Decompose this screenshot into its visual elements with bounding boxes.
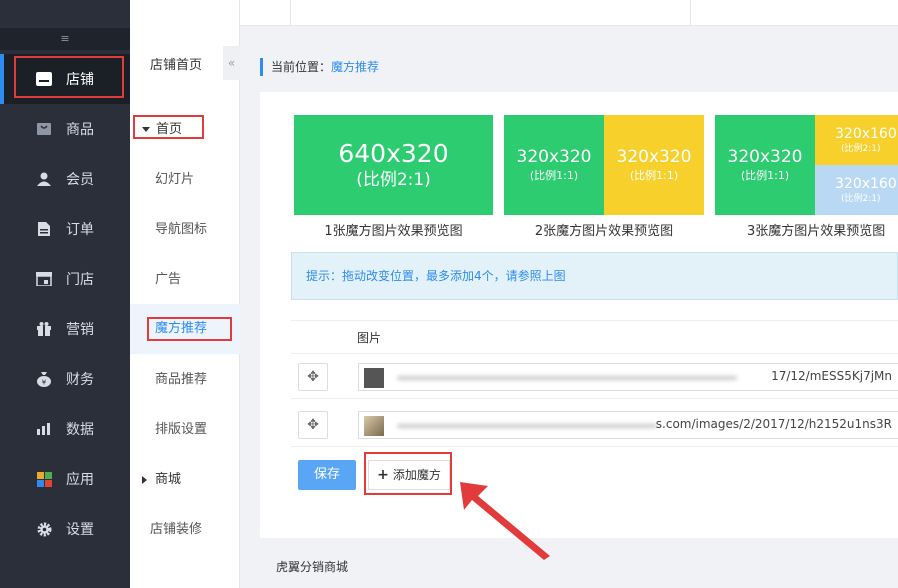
preview-size: 320x320 xyxy=(727,147,803,167)
preview-two-right: 320x320 (比例1:1) xyxy=(604,115,704,215)
save-button[interactable]: 保存 xyxy=(298,460,356,490)
sidebar-item-label: 应用 xyxy=(66,472,94,488)
blurred-url-text xyxy=(397,424,657,428)
image-url-text: 17/12/mESS5Kj7jMn xyxy=(771,369,892,383)
table-row: ✥ s.com/images/2/2017/12/h2152u1ns3R xyxy=(291,403,898,447)
preview-ratio: (比例1:1) xyxy=(629,169,679,182)
preview-ratio: (比例2:1) xyxy=(841,143,881,154)
preview-two-caption: 2张魔方图片效果预览图 xyxy=(534,224,674,239)
sidebar-item-apps[interactable]: 应用 xyxy=(0,454,130,504)
gift-icon xyxy=(36,321,52,337)
sub-navigation: 店铺首页 首页 幻灯片 导航图标 广告 魔方推荐 商品推荐 排版设置 商城 店铺… xyxy=(130,0,240,588)
subnav-item-decor[interactable]: 店铺装修 xyxy=(130,510,240,550)
preview-ratio: (比例2:1) xyxy=(356,170,431,190)
order-icon xyxy=(36,221,52,237)
annotation-arrow-icon xyxy=(460,482,550,560)
shop-icon xyxy=(36,271,52,287)
top-bar xyxy=(130,0,898,26)
collapse-icon[interactable]: « xyxy=(223,46,240,80)
sidebar-item-settings[interactable]: 设置 xyxy=(0,504,130,554)
preview-size: 320x320 xyxy=(616,147,692,167)
breadcrumb-current[interactable]: 魔方推荐 xyxy=(331,60,379,74)
preview-two-left: 320x320 (比例1:1) xyxy=(504,115,604,215)
sidebar-item-finance[interactable]: ¥ 财务 xyxy=(0,354,130,404)
sidebar-item-label: 数据 xyxy=(66,422,94,438)
footer-text: 虎翼分销商城 xyxy=(276,560,349,574)
sidebar-item-marketing[interactable]: 营销 xyxy=(0,304,130,354)
preview-three-top-right: 320x160 (比例2:1) xyxy=(815,115,898,165)
sidebar-logo-area xyxy=(0,0,130,28)
svg-text:¥: ¥ xyxy=(42,378,47,386)
sidebar-item-shop[interactable]: 门店 xyxy=(0,254,130,304)
subnav-section-label: 商城 xyxy=(155,472,182,487)
column-header-image: 图片 xyxy=(357,331,382,345)
subnav-item-ads[interactable]: 广告 xyxy=(130,260,240,300)
preview-ratio: (比例2:1) xyxy=(841,193,881,204)
sidebar-item-label: 订单 xyxy=(66,222,94,238)
breadcrumb-prefix: 当前位置： xyxy=(271,60,332,74)
sidebar-item-label: 设置 xyxy=(66,522,94,538)
member-icon xyxy=(36,171,52,187)
apps-icon xyxy=(36,471,52,487)
preview-three-caption: 3张魔方图片效果预览图 xyxy=(747,224,886,239)
preview-size: 320x320 xyxy=(516,147,592,167)
sidebar-item-goods[interactable]: 商品 xyxy=(0,104,130,154)
preview-size: 640x320 xyxy=(338,139,449,168)
subnav-item-goods-rec[interactable]: 商品推荐 xyxy=(130,360,240,400)
highlight-cube xyxy=(147,317,232,341)
subnav-section-mall[interactable]: 商城 xyxy=(130,462,240,498)
breadcrumb: 当前位置：魔方推荐 xyxy=(260,58,379,76)
blurred-url-text xyxy=(397,376,737,380)
caret-right-icon xyxy=(142,475,147,484)
tip-banner: 提示：拖动改变位置，最多添加4个，请参照上图 xyxy=(291,252,898,300)
bar-chart-icon xyxy=(36,421,52,437)
sidebar-item-data[interactable]: 数据 xyxy=(0,404,130,454)
image-thumbnail xyxy=(364,416,384,436)
image-thumbnail xyxy=(364,368,384,388)
highlight-store xyxy=(14,56,124,98)
highlight-home xyxy=(133,115,204,139)
move-handle-icon[interactable]: ✥ xyxy=(298,363,328,391)
preview-one-block: 640x320 (比例2:1) xyxy=(294,115,493,215)
preview-size: 320x160 xyxy=(835,175,897,192)
sidebar-item-label: 商品 xyxy=(66,122,94,138)
preview-size: 320x160 xyxy=(835,125,897,142)
image-url-text: s.com/images/2/2017/12/h2152u1ns3R xyxy=(655,417,892,431)
preview-one-caption: 1张魔方图片效果预览图 xyxy=(324,224,463,239)
preview-three-left: 320x320 (比例1:1) xyxy=(715,115,815,215)
sidebar-item-label: 门店 xyxy=(66,272,94,288)
money-bag-icon: ¥ xyxy=(36,371,52,387)
preview-ratio: (比例1:1) xyxy=(740,169,790,182)
subnav-item-slides[interactable]: 幻灯片 xyxy=(130,160,240,200)
sidebar-item-label: 财务 xyxy=(66,372,94,388)
sidebar-item-order[interactable]: 订单 xyxy=(0,204,130,254)
subnav-item-nav-icons[interactable]: 导航图标 xyxy=(130,210,240,250)
sidebar-item-member[interactable]: 会员 xyxy=(0,154,130,204)
image-url-field[interactable]: s.com/images/2/2017/12/h2152u1ns3R xyxy=(358,411,898,439)
preview-ratio: (比例1:1) xyxy=(529,169,579,182)
subnav-item-layout[interactable]: 排版设置 xyxy=(130,410,240,450)
table-row: ✥ 17/12/mESS5Kj7jMn xyxy=(291,355,898,399)
gear-icon xyxy=(36,521,52,537)
preview-three-bottom-right: 320x160 (比例2:1) xyxy=(815,165,898,215)
table-header: 图片 xyxy=(291,320,898,354)
sidebar-item-label: 营销 xyxy=(66,322,94,338)
menu-toggle-icon[interactable]: ≡ xyxy=(0,28,130,50)
goods-icon xyxy=(36,121,52,137)
highlight-add-button xyxy=(364,452,452,495)
image-url-field[interactable]: 17/12/mESS5Kj7jMn xyxy=(358,363,898,391)
sidebar-item-label: 会员 xyxy=(66,172,94,188)
move-handle-icon[interactable]: ✥ xyxy=(298,411,328,439)
